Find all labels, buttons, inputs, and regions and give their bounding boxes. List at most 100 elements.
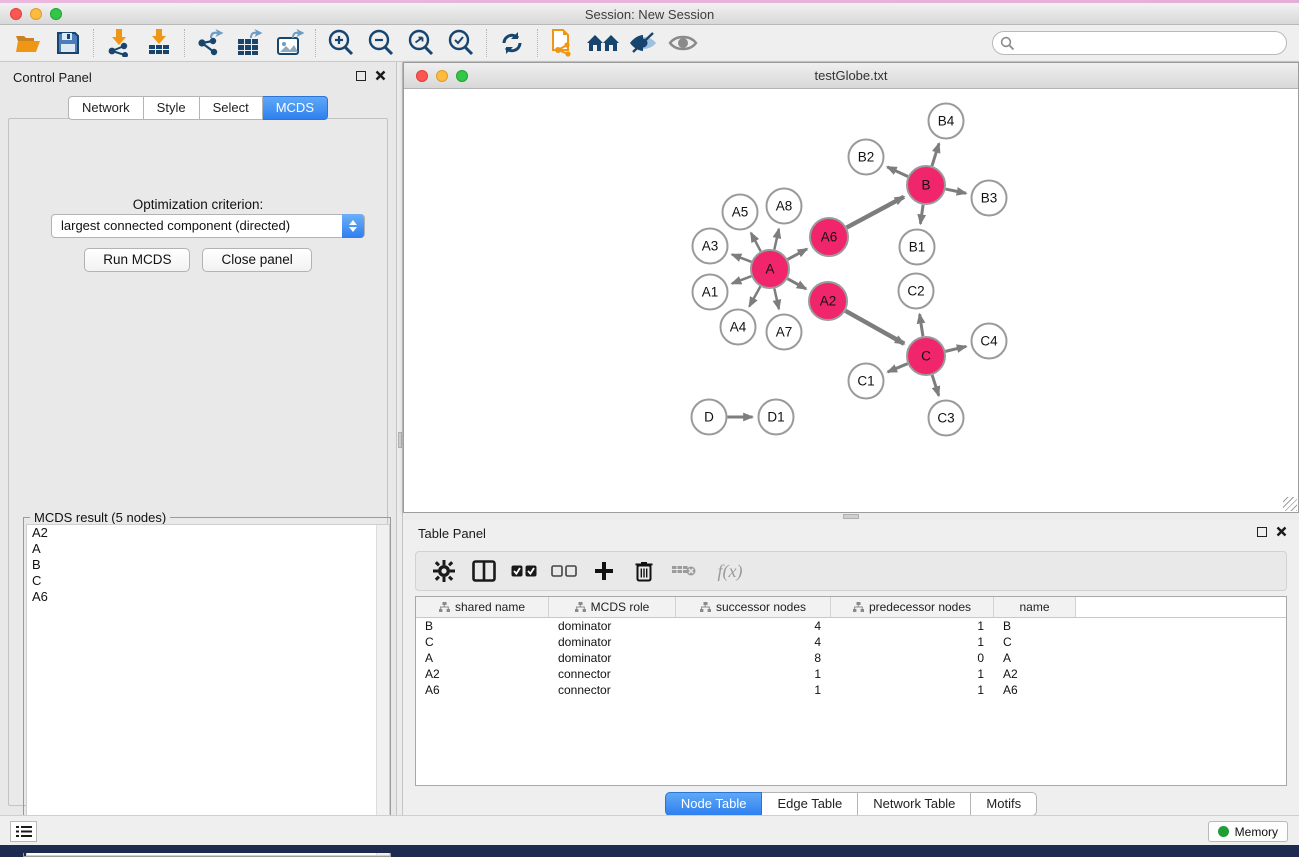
node-D1[interactable]: D1: [759, 400, 794, 435]
table-cell[interactable]: A6: [416, 682, 549, 698]
node-B3[interactable]: B3: [972, 181, 1007, 216]
table-cell[interactable]: connector: [549, 682, 676, 698]
tab-network[interactable]: Network: [68, 96, 144, 120]
zoom-fit-icon[interactable]: [401, 27, 441, 59]
edge-A-A5[interactable]: [751, 233, 761, 252]
edge-C-C4[interactable]: [945, 346, 966, 351]
table-cell[interactable]: 4: [676, 634, 831, 650]
node-A6[interactable]: A6: [810, 218, 848, 256]
table-cell[interactable]: 1: [676, 682, 831, 698]
horizontal-splitter-grip[interactable]: [843, 514, 859, 519]
tab-network-table[interactable]: Network Table: [858, 792, 971, 816]
import-network-icon[interactable]: [99, 27, 139, 59]
table-cell[interactable]: 1: [831, 618, 994, 634]
tab-style[interactable]: Style: [144, 96, 200, 120]
close-panel-button[interactable]: Close panel: [202, 248, 311, 272]
save-session-icon[interactable]: [48, 27, 88, 59]
node-C4[interactable]: C4: [972, 324, 1007, 359]
table-row[interactable]: A2connector11A2: [416, 666, 1286, 682]
table-cell[interactable]: A2: [994, 666, 1076, 682]
delete-table-icon[interactable]: [666, 555, 702, 587]
table-cell[interactable]: A2: [416, 666, 549, 682]
table-cell[interactable]: B: [994, 618, 1076, 634]
node-C2[interactable]: C2: [899, 274, 934, 309]
edge-A-A3[interactable]: [732, 254, 751, 261]
table-cell[interactable]: A: [416, 650, 549, 666]
float-panel-icon[interactable]: [356, 71, 366, 81]
table-cell[interactable]: C: [416, 634, 549, 650]
table-cell[interactable]: dominator: [549, 634, 676, 650]
column-header-successor-nodes[interactable]: successor nodes: [676, 597, 831, 617]
node-A4[interactable]: A4: [721, 310, 756, 345]
node-B4[interactable]: B4: [929, 104, 964, 139]
result-list-item[interactable]: C: [27, 573, 389, 589]
function-builder-icon[interactable]: f(x): [706, 555, 754, 587]
edge-B-B4[interactable]: [932, 143, 939, 165]
edge-A6-B[interactable]: [847, 197, 904, 228]
node-table[interactable]: shared nameMCDS rolesuccessor nodesprede…: [415, 596, 1287, 786]
table-close-panel-icon[interactable]: [1276, 526, 1287, 537]
open-file-icon[interactable]: [8, 27, 48, 59]
node-C3[interactable]: C3: [929, 401, 964, 436]
result-list-item[interactable]: B: [27, 557, 389, 573]
edge-C-C1[interactable]: [888, 364, 908, 372]
table-cell[interactable]: 4: [676, 618, 831, 634]
node-B2[interactable]: B2: [849, 140, 884, 175]
column-layout-icon[interactable]: [466, 555, 502, 587]
edge-C-C2[interactable]: [920, 314, 923, 336]
search-input[interactable]: [992, 31, 1287, 55]
home-icon[interactable]: [583, 27, 623, 59]
deselect-all-checkboxes-icon[interactable]: [546, 555, 582, 587]
table-cell[interactable]: C: [994, 634, 1076, 650]
edge-A-A4[interactable]: [749, 287, 760, 307]
node-A3[interactable]: A3: [693, 229, 728, 264]
table-cell[interactable]: dominator: [549, 650, 676, 666]
import-table-icon[interactable]: [139, 27, 179, 59]
edge-A-A8[interactable]: [774, 229, 779, 250]
tab-select[interactable]: Select: [200, 96, 263, 120]
window-resize-grip[interactable]: [1283, 497, 1297, 511]
network-from-file-icon[interactable]: [543, 27, 583, 59]
dropdown-stepper-icon[interactable]: [342, 214, 364, 238]
edge-B-B2[interactable]: [887, 167, 908, 177]
edge-A2-C[interactable]: [845, 311, 904, 344]
table-float-panel-icon[interactable]: [1257, 527, 1267, 537]
table-cell[interactable]: A6: [994, 682, 1076, 698]
edge-B-B1[interactable]: [920, 205, 923, 224]
table-cell[interactable]: 1: [676, 666, 831, 682]
zoom-out-icon[interactable]: [361, 27, 401, 59]
tab-node-table[interactable]: Node Table: [665, 792, 763, 816]
table-cell[interactable]: connector: [549, 666, 676, 682]
task-history-button[interactable]: [10, 821, 37, 842]
column-header-shared-name[interactable]: shared name: [416, 597, 549, 617]
table-row[interactable]: Bdominator41B: [416, 618, 1286, 634]
run-mcds-button[interactable]: Run MCDS: [84, 248, 190, 272]
table-row[interactable]: Cdominator41C: [416, 634, 1286, 650]
tab-edge-table[interactable]: Edge Table: [762, 792, 858, 816]
zoom-in-icon[interactable]: [321, 27, 361, 59]
node-A1[interactable]: A1: [693, 275, 728, 310]
result-list-item[interactable]: A: [27, 541, 389, 557]
memory-button[interactable]: Memory: [1208, 821, 1288, 842]
export-network-icon[interactable]: [190, 27, 230, 59]
table-cell[interactable]: 0: [831, 650, 994, 666]
network-canvas[interactable]: AA6A2BCA5A8A3A1A4A7B4B2B3B1C2C4C1C3DD1: [404, 89, 1298, 512]
title-bar[interactable]: Session: New Session: [0, 3, 1299, 25]
edge-B-B3[interactable]: [946, 189, 966, 193]
column-header-predecessor-nodes[interactable]: predecessor nodes: [831, 597, 994, 617]
node-A8[interactable]: A8: [767, 189, 802, 224]
export-image-icon[interactable]: [270, 27, 310, 59]
select-all-checkboxes-icon[interactable]: [506, 555, 542, 587]
edge-A-A6[interactable]: [788, 249, 807, 260]
table-row[interactable]: Adominator80A: [416, 650, 1286, 666]
show-all-icon[interactable]: [663, 27, 703, 59]
close-panel-icon[interactable]: [375, 70, 386, 81]
horizontal-splitter[interactable]: [403, 513, 1299, 520]
network-view-window[interactable]: testGlobe.txt AA6A2BCA5A8A3A1A4A7B4B2B3B…: [403, 62, 1299, 513]
node-D[interactable]: D: [692, 400, 727, 435]
node-A2[interactable]: A2: [809, 282, 847, 320]
table-cell[interactable]: 1: [831, 634, 994, 650]
table-cell[interactable]: A: [994, 650, 1076, 666]
edge-A-A2[interactable]: [788, 279, 807, 289]
edge-A-A7[interactable]: [774, 289, 779, 310]
